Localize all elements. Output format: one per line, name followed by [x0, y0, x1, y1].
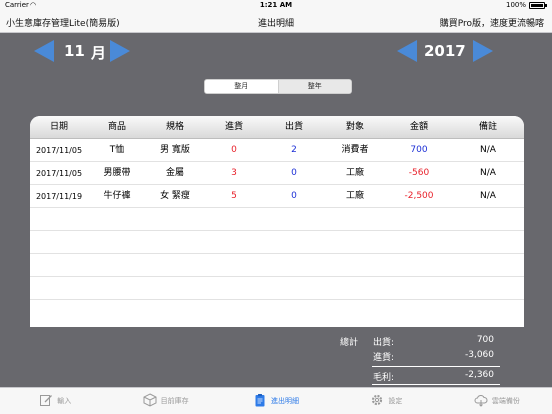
- cell-product: T恤: [109, 145, 125, 155]
- clock: 1:21 AM: [259, 1, 293, 9]
- column-header-note[interactable]: 備註: [452, 116, 524, 138]
- cell-amount: -560: [408, 168, 430, 178]
- clipboard-icon: [253, 393, 267, 409]
- cell-date: 2017/11/05: [35, 169, 83, 178]
- totals-label: 總計: [340, 338, 359, 348]
- box-icon: [143, 393, 157, 409]
- empty-row: [30, 208, 524, 231]
- navigation-bar: 小生意庫存管理Lite(簡易版) 進出明細 購買Pro版，速度更流暢喀: [0, 11, 552, 33]
- divider: [372, 366, 500, 367]
- stock-out-total-value: 700: [476, 335, 494, 345]
- column-header-stock-in[interactable]: 進貨: [204, 116, 264, 138]
- column-header-product[interactable]: 商品: [88, 116, 146, 138]
- cell-stock-out: 0: [291, 191, 297, 201]
- gear-icon: [370, 393, 384, 409]
- cell-spec: 男 寬版: [160, 145, 190, 155]
- transactions-table: 日期 商品 規格 進貨 出貨 對象 金額 備註 2017/11/05 T恤 男 …: [30, 116, 524, 327]
- cell-party: 消費者: [341, 145, 369, 155]
- segment-whole-month[interactable]: 整月: [205, 80, 278, 93]
- upgrade-pro-link[interactable]: 購買Pro版，速度更流暢喀: [440, 16, 544, 29]
- cell-party: 工廠: [345, 191, 364, 201]
- cell-party: 工廠: [345, 168, 364, 178]
- tab-label: 進出明細: [271, 397, 300, 405]
- cell-date: 2017/11/19: [35, 192, 83, 201]
- empty-row: [30, 277, 524, 300]
- previous-month-button[interactable]: [34, 40, 54, 62]
- tab-settings[interactable]: 設定: [331, 388, 441, 414]
- stock-out-total-label: 出貨:: [373, 338, 395, 348]
- divider: [372, 384, 500, 385]
- previous-year-button[interactable]: [397, 40, 417, 62]
- cell-stock-out: 0: [291, 168, 297, 178]
- cell-stock-in: 3: [231, 168, 237, 178]
- month-unit: 月: [91, 44, 107, 62]
- profit-value: -2,360: [464, 370, 494, 380]
- cloud-icon: [474, 393, 488, 409]
- stock-in-total-label: 進貨:: [373, 353, 395, 363]
- tab-label: 輸入: [57, 397, 72, 405]
- tab-label: 雲端備份: [491, 397, 520, 405]
- column-header-stock-out[interactable]: 出貨: [264, 116, 324, 138]
- tab-bar: 輸入 目前庫存 進出明細 設定 雲端備份: [0, 387, 552, 414]
- table-row[interactable]: 2017/11/19 牛仔褲 女 緊瘦 5 0 工廠 -2,500 N/A: [30, 185, 524, 208]
- table-row[interactable]: 2017/11/05 T恤 男 寬版 0 2 消費者 700 N/A: [30, 139, 524, 162]
- cell-amount: 700: [410, 145, 428, 155]
- profit-label: 毛利:: [373, 373, 395, 383]
- next-month-button[interactable]: [110, 40, 130, 62]
- empty-row: [30, 231, 524, 254]
- column-header-party[interactable]: 對象: [324, 116, 386, 138]
- segment-whole-year[interactable]: 整年: [277, 80, 351, 93]
- cell-stock-out: 2: [291, 145, 297, 155]
- cell-stock-in: 5: [231, 191, 237, 201]
- cell-spec: 女 緊瘦: [160, 191, 190, 201]
- year-value: 2017: [424, 42, 466, 60]
- cell-amount: -2,500: [404, 191, 434, 201]
- tab-cloud-backup[interactable]: 雲端備份: [442, 388, 552, 414]
- cell-stock-in: 0: [231, 145, 237, 155]
- status-bar: Carrier ◠ 1:21 AM 100%: [0, 0, 552, 11]
- tab-label: 目前庫存: [160, 397, 189, 405]
- cell-product: 牛仔褲: [103, 191, 131, 201]
- next-year-button[interactable]: [473, 40, 493, 62]
- period-segmented-control: 整月 整年: [204, 79, 352, 94]
- empty-row: [30, 300, 524, 323]
- column-header-spec[interactable]: 規格: [146, 116, 204, 138]
- tab-input[interactable]: 輸入: [0, 388, 110, 414]
- battery-percent: 100%: [505, 1, 526, 9]
- table-header: 日期 商品 規格 進貨 出貨 對象 金額 備註: [30, 116, 524, 139]
- stock-in-total-value: -3,060: [464, 350, 494, 360]
- column-header-date[interactable]: 日期: [30, 116, 88, 138]
- cell-note: N/A: [480, 168, 496, 178]
- column-header-amount[interactable]: 金額: [386, 116, 452, 138]
- cell-product: 男腰帶: [103, 168, 131, 178]
- battery-icon: [529, 2, 545, 9]
- month-value: 11: [64, 42, 85, 60]
- cell-note: N/A: [480, 191, 496, 201]
- tab-label: 設定: [388, 397, 403, 405]
- edit-icon: [39, 393, 53, 409]
- empty-row: [30, 254, 524, 277]
- cell-date: 2017/11/05: [35, 146, 83, 155]
- tab-transactions[interactable]: 進出明細: [221, 388, 331, 414]
- tab-current-stock[interactable]: 目前庫存: [110, 388, 220, 414]
- cell-spec: 金屬: [165, 168, 184, 178]
- cell-note: N/A: [480, 145, 496, 155]
- table-row[interactable]: 2017/11/05 男腰帶 金屬 3 0 工廠 -560 N/A: [30, 162, 524, 185]
